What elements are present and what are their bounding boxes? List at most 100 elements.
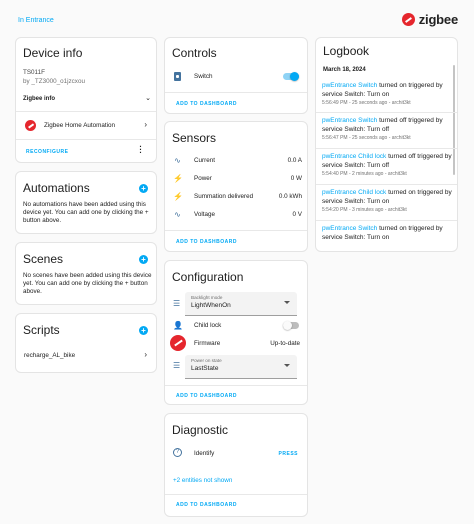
chevron-right-icon: ›: [144, 350, 147, 359]
diagnostic-title: Diagnostic: [172, 423, 229, 437]
configuration-title: Configuration: [172, 270, 244, 284]
zigbee-info-toggle[interactable]: Zigbee info ⌄: [23, 95, 151, 104]
log-meta: 5:54:40 PM - 2 minutes ago - archit3kt: [322, 171, 407, 177]
power-socket-icon: [174, 72, 181, 81]
zha-logo-icon: [25, 120, 36, 131]
toggle-knob: [290, 72, 299, 81]
divider: [165, 494, 307, 495]
divider: [165, 92, 307, 93]
identify-label: Identify: [194, 450, 215, 457]
zigbee-logo-icon: [401, 13, 415, 26]
add-script-button[interactable]: +: [139, 326, 148, 335]
configuration-card: Configuration ☰ Backlight mode LightWhen…: [164, 260, 308, 405]
sensor-label: Voltage: [194, 211, 216, 218]
list-icon: ☰: [173, 361, 181, 370]
log-entity-link[interactable]: pwEntrance Child lock: [322, 189, 386, 196]
log-entry: pwEntrance Switch turned on triggered by…: [322, 82, 457, 106]
select-label: Power on state: [191, 358, 222, 363]
sensor-row-power[interactable]: ⚡ Power 0 W: [165, 174, 307, 184]
script-item[interactable]: recharge_AL_bike ›: [16, 350, 156, 362]
divider: [165, 385, 307, 386]
more-options-icon[interactable]: · · ·: [139, 143, 142, 157]
divider: [316, 184, 457, 185]
scripts-title: Scripts: [23, 323, 60, 337]
log-entity-link[interactable]: pwEntrance Switch: [322, 117, 377, 124]
log-entity-link[interactable]: pwEntrance Child lock: [322, 153, 386, 160]
sensors-card: Sensors ∿ Current 0.0 A ⚡ Power 0 W ⚡ Su…: [164, 121, 308, 252]
sensor-value: 0.0 kWh: [278, 193, 302, 200]
controls-add-to-dashboard[interactable]: ADD TO DASHBOARD: [176, 101, 237, 107]
device-info-card: Device info TS011F by _TZ3000_o1jzcxou Z…: [15, 37, 157, 163]
reconfigure-button[interactable]: RECONFIGURE: [26, 149, 68, 155]
list-icon: ☰: [173, 299, 181, 308]
firmware-label: Firmware: [194, 340, 221, 347]
sine-wave-icon: ∿: [174, 156, 181, 165]
top-bar: In Entrance zigbee: [0, 0, 474, 38]
select-value: LastState: [191, 365, 219, 372]
log-entity-link[interactable]: pwEntrance Switch: [322, 225, 377, 232]
divider: [16, 111, 156, 112]
zigbee-brand: zigbee: [401, 12, 458, 27]
device-info-title: Device info: [23, 46, 83, 60]
add-automation-button[interactable]: +: [139, 184, 148, 193]
backlight-mode-select[interactable]: Backlight mode LightWhenOn: [185, 292, 297, 316]
breadcrumb-area-link[interactable]: In Entrance: [18, 17, 54, 24]
scenes-empty-text: No scenes have been added using this dev…: [23, 272, 152, 295]
sensor-row-voltage[interactable]: ∿ Voltage 0 V: [165, 210, 307, 220]
sensor-value: 0 V: [292, 211, 302, 218]
log-entity-link[interactable]: pwEntrance Switch: [322, 82, 377, 89]
log-entry: pwEntrance Switch turned on triggered by…: [322, 225, 457, 242]
logbook-date: March 18, 2024: [323, 67, 366, 73]
sensor-row-summation[interactable]: ⚡ Summation delivered 0.0 kWh: [165, 192, 307, 202]
firmware-value: Up-to-date: [270, 340, 300, 347]
switch-label: Switch: [194, 73, 213, 80]
integration-name: Zigbee Home Automation: [44, 122, 116, 129]
flash-icon: ⚡: [173, 174, 183, 183]
diagnostic-add-to-dashboard[interactable]: ADD TO DASHBOARD: [176, 502, 237, 508]
sensor-value: 0 W: [290, 175, 302, 182]
child-lock-label: Child lock: [194, 322, 222, 329]
child-lock-toggle[interactable]: [283, 321, 299, 330]
divider: [316, 148, 457, 149]
switch-toggle[interactable]: [283, 72, 299, 81]
log-entry: pwEntrance Child lock turned off trigger…: [322, 153, 457, 177]
zigbee-firmware-icon: [170, 335, 186, 351]
divider: [316, 112, 457, 113]
dropdown-arrow-icon: [284, 301, 290, 304]
configuration-add-to-dashboard[interactable]: ADD TO DASHBOARD: [176, 393, 237, 399]
sensor-label: Summation delivered: [194, 193, 254, 200]
automations-empty-text: No automations have been added using thi…: [23, 201, 149, 224]
sensor-row-current[interactable]: ∿ Current 0.0 A: [165, 156, 307, 166]
toggle-knob: [283, 321, 292, 330]
sensors-add-to-dashboard[interactable]: ADD TO DASHBOARD: [176, 239, 237, 245]
log-meta: 5:56:49 PM - 25 seconds ago - archit3kt: [322, 100, 411, 106]
sensors-title: Sensors: [172, 131, 217, 145]
log-entry: pwEntrance Child lock turned on triggere…: [322, 189, 457, 213]
sensor-label: Power: [194, 175, 212, 182]
crosshairs-question-icon: ?: [173, 448, 182, 457]
log-entry: pwEntrance Switch turned off triggered b…: [322, 117, 457, 141]
power-on-state-select[interactable]: Power on state LastState: [185, 355, 297, 379]
log-meta: 5:56:47 PM - 25 seconds ago - archit3kt: [322, 135, 411, 141]
scripts-card: Scripts + recharge_AL_bike ›: [15, 313, 157, 373]
sensor-value: 0.0 A: [287, 157, 302, 164]
select-label: Backlight mode: [191, 295, 223, 300]
script-item-label: recharge_AL_bike: [24, 352, 76, 359]
sensor-label: Current: [194, 157, 215, 164]
log-meta: 5:54:20 PM - 3 minutes ago - archit3kt: [322, 207, 407, 213]
controls-title: Controls: [172, 46, 217, 60]
divider: [316, 220, 457, 221]
add-scene-button[interactable]: +: [139, 255, 148, 264]
divider: [165, 230, 307, 231]
chevron-right-icon: ›: [144, 120, 147, 129]
automations-card: Automations + No automations have been a…: [15, 171, 157, 234]
sine-wave-icon: ∿: [174, 210, 181, 219]
identify-press-button[interactable]: PRESS: [279, 451, 298, 457]
diagnostic-card: Diagnostic ? Identify PRESS +2 entities …: [164, 413, 308, 517]
logbook-title: Logbook: [323, 44, 370, 58]
integration-row[interactable]: Zigbee Home Automation ›: [16, 117, 156, 133]
chevron-down-icon: ⌄: [145, 95, 151, 102]
hidden-entities-link[interactable]: +2 entities not shown: [173, 477, 232, 484]
select-value: LightWhenOn: [191, 302, 231, 309]
account-lock-icon: 👤: [173, 321, 183, 330]
